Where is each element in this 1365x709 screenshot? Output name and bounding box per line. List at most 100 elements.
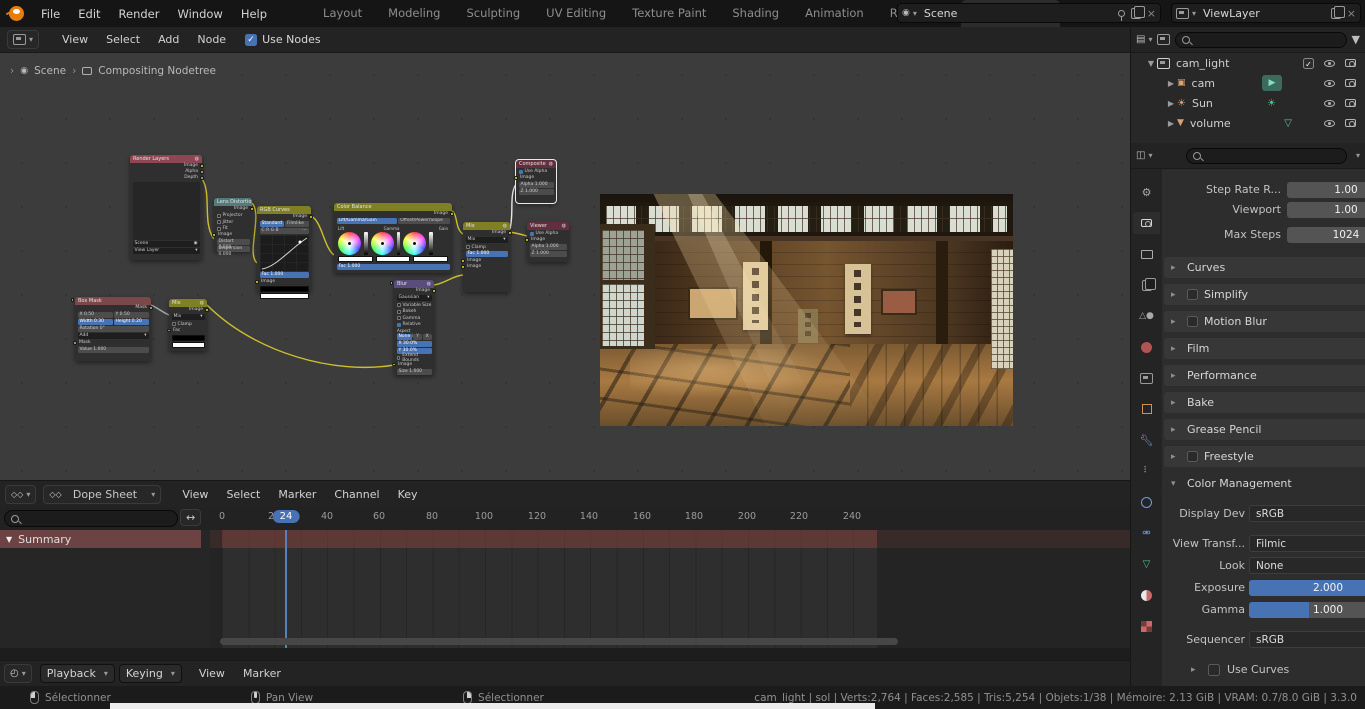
node-rgb-curves[interactable]: RGB Curves Image Standard Filmlike C R G… <box>257 206 311 292</box>
expand-range-button[interactable]: ↔ <box>180 509 201 526</box>
timeline-ruler[interactable]: ↔ 0 20 40 60 80 100 120 140 160 180 200 … <box>0 507 1130 530</box>
channel-search-input[interactable] <box>4 510 178 527</box>
outliner-display-mode-icon[interactable]: ▤▾ <box>1136 34 1152 45</box>
tab-uv-editing[interactable]: UV Editing <box>533 0 619 27</box>
panel-freestyle[interactable]: ▸Freestyle:::: <box>1164 446 1365 467</box>
view-transform-dropdown[interactable]: Filmic▾ <box>1249 535 1365 552</box>
outliner-row-collection[interactable]: ▼ cam_light ✓ <box>1131 53 1365 73</box>
horizontal-scrollbar[interactable] <box>220 638 898 645</box>
pin-icon[interactable] <box>1118 10 1125 17</box>
mix-color2-swatch[interactable] <box>172 342 205 348</box>
new-scene-icon[interactable] <box>1131 8 1141 19</box>
compositor-canvas[interactable]: › ◉ Scene › Compositing Nodetree <box>0 53 1130 480</box>
menu-add[interactable]: Add <box>149 33 188 46</box>
black-level-swatch[interactable] <box>260 286 309 292</box>
collection-checkbox[interactable]: ✓ <box>1303 58 1314 69</box>
node-blur[interactable]: Blur◍ Image Gaussian▾ Variable Size Boke… <box>394 280 434 375</box>
channel-summary[interactable]: ▼ Summary <box>0 530 201 548</box>
tab-object[interactable] <box>1133 398 1160 420</box>
item-label[interactable]: volume <box>1190 117 1284 130</box>
menu-node[interactable]: Node <box>188 33 235 46</box>
properties-editor-icon[interactable]: ◫▾ <box>1136 150 1152 161</box>
new-layer-icon[interactable] <box>1331 8 1341 19</box>
menu-file[interactable]: File <box>32 7 69 21</box>
gamma-slider[interactable]: 1.000 <box>1249 602 1365 618</box>
editor-type-button[interactable]: ▾ <box>7 30 39 49</box>
properties-search-input[interactable] <box>1186 148 1347 164</box>
use-curves-row[interactable]: ▸ Use Curves <box>1191 663 1289 676</box>
tab-scene[interactable]: △● <box>1133 305 1160 327</box>
tab-animation[interactable]: Animation <box>792 0 877 27</box>
panel-curves[interactable]: ▸Curves:::: <box>1164 257 1365 278</box>
tab-texture-paint[interactable]: Texture Paint <box>619 0 719 27</box>
tab-output[interactable] <box>1133 243 1160 265</box>
panel-performance[interactable]: ▸Performance⁞☰:::: <box>1164 365 1365 386</box>
gain-wheel[interactable] <box>403 232 426 255</box>
hide-viewport-icon[interactable] <box>1324 80 1335 87</box>
node-color-balance[interactable]: Color Balance Image Lift/Gamma/Gain Offs… <box>334 203 452 273</box>
tab-particles[interactable]: ⠇ <box>1133 460 1160 482</box>
menu-key[interactable]: Key <box>389 488 427 501</box>
curve-channel-buttons[interactable]: C R G B⋯ <box>260 228 309 234</box>
node-render-layers[interactable]: Render Layers◍ Image Alpha Depth Scene◉ … <box>130 155 202 260</box>
panel-simplify[interactable]: ▸Simplify:::: <box>1164 284 1365 305</box>
disable-render-icon[interactable] <box>1345 79 1356 87</box>
scene-selector[interactable]: ◉▾ Scene × <box>897 3 1161 23</box>
menu-select[interactable]: Select <box>97 33 149 46</box>
tab-modifiers[interactable]: 🔧︎ <box>1133 429 1160 451</box>
menu-select[interactable]: Select <box>217 488 269 501</box>
item-label[interactable]: cam <box>1192 77 1262 90</box>
tab-world[interactable] <box>1133 336 1160 358</box>
keying-dropdown[interactable]: Keying▾ <box>119 664 182 683</box>
outliner-search-input[interactable] <box>1175 32 1346 48</box>
disable-render-icon[interactable] <box>1345 119 1356 127</box>
tab-material[interactable] <box>1133 584 1160 606</box>
tab-constraints[interactable]: ⚮ <box>1133 522 1160 544</box>
item-label[interactable]: cam_light <box>1176 57 1303 70</box>
white-level-swatch[interactable] <box>260 293 309 299</box>
playback-dropdown[interactable]: Playback▾ <box>40 664 115 683</box>
mix-color1-swatch[interactable] <box>172 335 205 341</box>
dope-sheet-mode-dropdown[interactable]: ◇◇ Dope Sheet▾ <box>43 485 161 504</box>
tab-tool[interactable]: ⚙ <box>1133 181 1160 203</box>
node-mix[interactable]: Mix◍ Image Mix▾ Clamp Fac 1.000 Image Im… <box>463 222 510 292</box>
gamma-wheel[interactable] <box>371 232 394 255</box>
tab-physics[interactable] <box>1133 491 1160 513</box>
tab-collection[interactable] <box>1133 367 1160 389</box>
current-frame-badge[interactable]: 24 <box>273 510 300 523</box>
tab-modeling[interactable]: Modeling <box>375 0 453 27</box>
node-composite[interactable]: Composite◍ Use Alpha Image Alpha 1.000 Z… <box>516 160 556 203</box>
view-layer-selector[interactable]: ▾ ViewLayer × <box>1171 3 1361 23</box>
menu-view[interactable]: View <box>53 33 97 46</box>
item-label[interactable]: Sun <box>1192 97 1267 110</box>
node-box-mask[interactable]: Box Mask Mask X 0.50 Y 0.50 Width 0.30 H… <box>75 297 151 361</box>
filter-funnel-icon[interactable]: ▼ <box>1352 33 1360 46</box>
tab-layout[interactable]: Layout <box>310 0 375 27</box>
disable-render-icon[interactable] <box>1345 99 1356 107</box>
step-rate-field[interactable]: 1.00 <box>1287 182 1365 198</box>
tab-sculpting[interactable]: Sculpting <box>453 0 533 27</box>
editor-type-button[interactable]: ◴▾ <box>4 664 32 683</box>
hide-viewport-icon[interactable] <box>1324 120 1335 127</box>
menu-view[interactable]: View <box>173 488 217 501</box>
view-layer-name[interactable]: ViewLayer <box>1203 7 1325 20</box>
sequencer-dropdown[interactable]: sRGB▾ <box>1249 631 1365 648</box>
display-device-dropdown[interactable]: sRGB▾ <box>1249 505 1365 522</box>
menu-edit[interactable]: Edit <box>69 7 109 21</box>
scene-name[interactable]: Scene <box>924 7 1112 20</box>
panel-color-management[interactable]: ▾Color Management:::: <box>1164 473 1365 494</box>
panel-grease-pencil[interactable]: ▸Grease Pencil:::: <box>1164 419 1365 440</box>
playhead[interactable] <box>285 530 287 648</box>
close-icon[interactable]: × <box>1147 7 1156 20</box>
outliner-row-sun[interactable]: ▶ ☀ Sun ☀ <box>1131 93 1365 113</box>
menu-channel[interactable]: Channel <box>325 488 388 501</box>
node-viewer[interactable]: Viewer◍ Use Alpha Image Alpha 1.000 Z 1.… <box>527 222 569 262</box>
tab-texture[interactable] <box>1133 615 1160 637</box>
tab-view-layer[interactable] <box>1133 274 1160 296</box>
menu-view[interactable]: View <box>190 667 234 680</box>
menu-marker[interactable]: Marker <box>234 667 290 680</box>
use-nodes-checkbox[interactable]: ✓ <box>245 34 257 46</box>
close-icon[interactable]: × <box>1347 7 1356 20</box>
panel-film[interactable]: ▸Film:::: <box>1164 338 1365 359</box>
panel-motion-blur[interactable]: ▸Motion Blur:::: <box>1164 311 1365 332</box>
